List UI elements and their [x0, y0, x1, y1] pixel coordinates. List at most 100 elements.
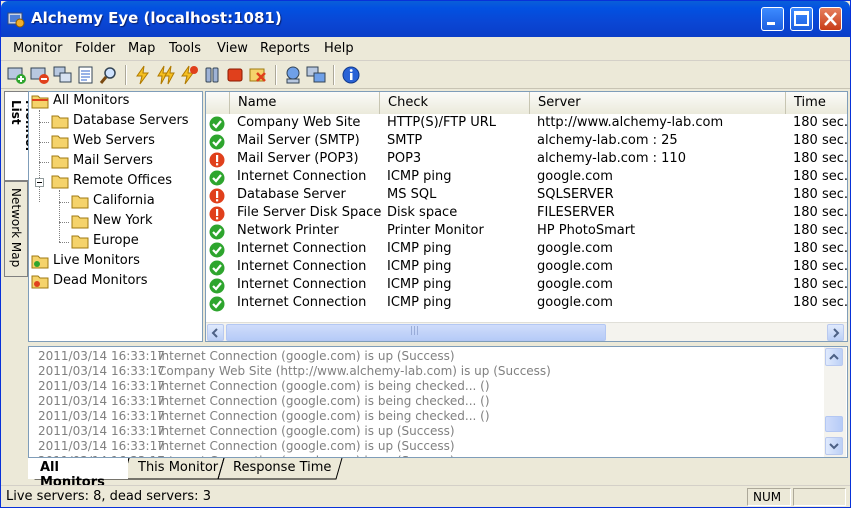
log-message: Internet Connection (google.com) is up (…: [158, 439, 455, 453]
table-row[interactable]: Internet Connection ICMP ping google.com 18…: [206, 277, 848, 295]
tree-connector: [39, 110, 40, 202]
log-entry: 2011/03/14 16:33:17Internet Connection (…: [38, 439, 455, 454]
tab-monitor-list[interactable]: Monitor List: [4, 91, 37, 181]
connect-icon[interactable]: [283, 65, 303, 85]
tree-item-label: New York: [93, 213, 153, 228]
toolbar: [1, 61, 850, 89]
copy-monitor-icon[interactable]: [53, 65, 73, 85]
folder-icon: [51, 135, 69, 149]
properties-icon[interactable]: [76, 65, 96, 85]
tab-network-map-label: Network Map: [9, 188, 23, 268]
table-row[interactable]: Internet Connection ICMP ping google.com 18…: [206, 169, 847, 187]
menu-reports[interactable]: Reports: [260, 41, 310, 56]
table-row[interactable]: Internet Connection ICMP ping google.com 18…: [206, 241, 847, 259]
column-header-time[interactable]: Time: [786, 92, 847, 114]
log-entry: 2011/03/14 16:33:17Internet Connection (…: [38, 409, 490, 424]
tab-response-time[interactable]: Response Time: [221, 458, 339, 479]
clear-icon[interactable]: [248, 65, 268, 85]
scroll-down-button[interactable]: [825, 437, 843, 455]
toolbar-separator: [125, 65, 127, 85]
cell-server: google.com: [537, 169, 613, 184]
log-message: Company Web Site (http://www.alchemy-lab…: [158, 364, 551, 378]
remove-monitor-icon[interactable]: [30, 65, 50, 85]
horizontal-scrollbar[interactable]: |||: [206, 322, 847, 341]
table-row[interactable]: Network Printer Printer Monitor HP PhotoSm…: [206, 223, 847, 241]
status-ok-icon: [209, 242, 225, 258]
cell-name: Network Printer: [237, 223, 339, 238]
window-title: Alchemy Eye (localhost:1081): [31, 9, 282, 27]
stop-icon[interactable]: [225, 65, 245, 85]
minimize-button[interactable]: [761, 7, 784, 31]
chevron-up-icon: [829, 353, 839, 360]
find-icon[interactable]: [99, 65, 119, 85]
cell-name: Internet Connection: [237, 295, 367, 310]
log-time: 2011/03/14 16:33:17: [38, 364, 165, 378]
menu-map[interactable]: Map: [128, 41, 155, 56]
scroll-up-button[interactable]: [825, 348, 843, 366]
cell-time: 180 sec.: [793, 187, 848, 202]
cell-time: 180 sec.: [793, 277, 848, 292]
menu-monitor[interactable]: Monitor: [13, 41, 62, 56]
table-row[interactable]: Mail Server (SMTP) SMTP alchemy-lab.com : …: [206, 133, 848, 151]
tab-this-monitor[interactable]: This Monitor: [126, 458, 224, 479]
add-monitor-icon[interactable]: [7, 65, 27, 85]
toolbar-separator: [275, 65, 277, 85]
tree-item-label: Dead Monitors: [53, 273, 148, 288]
scroll-left-button[interactable]: [207, 324, 224, 341]
table-row[interactable]: Internet Connection ICMP ping google.com 18…: [206, 295, 848, 313]
folder-icon: [51, 115, 69, 129]
column-header-name[interactable]: Name: [230, 92, 380, 114]
folder-icon: [71, 195, 89, 209]
column-header-check[interactable]: Check: [380, 92, 530, 114]
live-folder-icon: [31, 255, 49, 269]
column-header-status[interactable]: [206, 92, 230, 114]
remote-icon[interactable]: [306, 65, 326, 85]
scroll-right-button[interactable]: [827, 324, 844, 341]
status-ok-icon: [209, 116, 225, 132]
monitor-grid: Name Check Server Time Company Web Site H…: [205, 91, 848, 342]
app-window: Alchemy Eye (localhost:1081) Monitor Fol…: [0, 0, 851, 508]
tree-item-label: Web Servers: [73, 133, 155, 148]
maximize-button[interactable]: [790, 7, 813, 31]
table-row[interactable]: Internet Connection ICMP ping google.com 18…: [206, 259, 848, 277]
menu-view[interactable]: View: [217, 41, 248, 56]
scroll-thumb[interactable]: [825, 416, 843, 432]
menu-tools[interactable]: Tools: [169, 41, 201, 56]
title-bar[interactable]: Alchemy Eye (localhost:1081): [1, 1, 850, 37]
close-button[interactable]: [819, 7, 842, 31]
info-icon[interactable]: [341, 65, 361, 85]
maximize-icon: [794, 11, 809, 26]
tree-expander[interactable]: [35, 178, 44, 187]
check-dead-icon[interactable]: [179, 65, 199, 85]
tree-connector: [39, 122, 49, 123]
menu-help[interactable]: Help: [324, 41, 354, 56]
log-time: 2011/03/14 16:33:17: [38, 439, 165, 453]
menu-folder[interactable]: Folder: [75, 41, 115, 56]
cell-check: SMTP: [387, 133, 423, 148]
log-message: Internet Connection (google.com) is bein…: [158, 394, 490, 408]
check-all-icon[interactable]: [156, 65, 176, 85]
cell-time: 180 sec.: [793, 259, 848, 274]
check-icon[interactable]: [133, 65, 153, 85]
log-time: 2011/03/14 16:33:17: [38, 424, 165, 438]
table-row[interactable]: File Server Disk Space Disk space FILESERV…: [206, 205, 847, 223]
table-row[interactable]: Database Server MS SQL SQLSERVER 180 sec.: [206, 187, 848, 205]
cell-check: ICMP ping: [387, 295, 452, 310]
vertical-scrollbar[interactable]: [824, 347, 846, 457]
column-header-server[interactable]: Server: [530, 92, 786, 114]
tab-network-map[interactable]: Network Map: [4, 181, 28, 277]
cell-check: ICMP ping: [387, 259, 452, 274]
pause-icon[interactable]: [202, 65, 222, 85]
log-message: Internet Connection (google.com) is bein…: [158, 379, 490, 393]
table-row[interactable]: Company Web Site HTTP(S)/FTP URL http://ww…: [206, 115, 847, 133]
cell-name: Internet Connection: [237, 259, 367, 274]
scroll-thumb[interactable]: |||: [226, 324, 606, 341]
cell-server: SQLSERVER: [537, 187, 614, 202]
tab-all-monitors[interactable]: All Monitors: [28, 458, 128, 490]
log-time: 2011/03/14 16:33:17: [38, 379, 165, 393]
cell-time: 180 sec.: [793, 295, 848, 310]
table-row[interactable]: Mail Server (POP3) POP3 alchemy-lab.com : …: [206, 151, 847, 169]
cell-time: 180 sec.: [793, 133, 848, 148]
log-entry: 2011/03/14 16:33:17Company Web Site (htt…: [38, 364, 551, 379]
cell-server: http://www.alchemy-lab.com: [537, 115, 724, 130]
